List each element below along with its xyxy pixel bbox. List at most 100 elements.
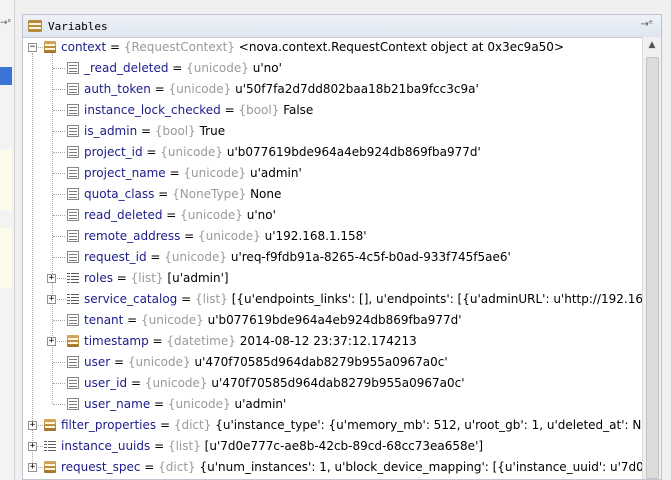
- variable-row-instance-lock-checked[interactable]: instance_lock_checked = {bool} False: [23, 100, 643, 121]
- primitive-value-icon: [67, 314, 79, 326]
- primitive-value-icon: [67, 104, 79, 116]
- variable-name: request_spec: [61, 460, 141, 474]
- variable-value: None: [250, 187, 282, 201]
- scroll-up-arrow-icon[interactable]: ▲: [643, 37, 661, 54]
- variable-row-tenant[interactable]: tenant = {unicode} u'b077619bde964a4eb92…: [23, 310, 643, 331]
- variable-row-request-spec[interactable]: + request_spec = {dict} {u'num_instances'…: [23, 457, 643, 478]
- variable-row-timestamp[interactable]: + timestamp = {datetime} 2014-08-12 23:37…: [23, 331, 643, 352]
- primitive-value-icon: [67, 398, 79, 410]
- tree-branch-line: [38, 446, 43, 447]
- tree-branch-line: [57, 299, 66, 300]
- variable-row-quota-class[interactable]: quota_class = {NoneType} None: [23, 184, 643, 205]
- variable-value: u'b077619bde964a4eb924db869fba977d': [207, 313, 462, 327]
- variable-row-service-catalog[interactable]: + service_catalog = {list} [{u'endpoints_…: [23, 289, 643, 310]
- variable-name: remote_address: [84, 229, 181, 243]
- variable-row--read-deleted[interactable]: _read_deleted = {unicode} u'no': [23, 58, 643, 79]
- variable-name: user: [84, 355, 111, 369]
- equals-sign: =: [142, 145, 161, 159]
- tree-branch-line: [53, 383, 65, 384]
- variable-row-project-id[interactable]: project_id = {unicode} u'b077619bde964a4…: [23, 142, 643, 163]
- variable-row-roles[interactable]: + roles = {list} [u'admin']: [23, 268, 643, 289]
- variable-name: _read_deleted: [84, 61, 169, 75]
- variable-type: {unicode}: [180, 208, 243, 222]
- vertical-scrollbar[interactable]: ▲: [642, 37, 661, 479]
- primitive-value-icon: [67, 146, 79, 158]
- variable-value: u'470f70585d964dab8279b955a0967a0c': [194, 355, 448, 369]
- list-icon: [67, 272, 79, 284]
- variable-row-user-name[interactable]: user_name = {unicode} u'admin': [23, 394, 643, 415]
- variable-row-request-id[interactable]: request_id = {unicode} u'req-f9fdb91a-82…: [23, 247, 643, 268]
- tree-branch-line: [38, 47, 43, 48]
- expand-icon[interactable]: +: [28, 421, 37, 430]
- variable-text: request_id = {unicode} u'req-f9fdb91a-82…: [84, 247, 511, 268]
- tree-branch-line: [53, 404, 65, 405]
- primitive-value-icon: [67, 62, 79, 74]
- variables-icon: [28, 20, 42, 32]
- variable-name: is_admin: [84, 124, 138, 138]
- expand-icon[interactable]: +: [28, 463, 37, 472]
- variable-value: [u'7d0e777c-ae8b-42cb-89cd-68cc73ea658e'…: [204, 439, 484, 453]
- variable-value: True: [199, 124, 226, 138]
- left-tool-strip: →ᵉ: [0, 0, 15, 480]
- variable-text: quota_class = {NoneType} None: [84, 184, 281, 205]
- object-icon: [44, 461, 56, 473]
- expand-icon[interactable]: +: [28, 442, 37, 451]
- tree-branch-line: [53, 173, 65, 174]
- variable-text: _read_deleted = {unicode} u'no': [84, 58, 282, 79]
- variable-type: {unicode}: [164, 250, 228, 264]
- hide-panel-icon[interactable]: →ᵉ: [640, 19, 653, 30]
- primitive-value-icon: [67, 356, 79, 368]
- tree-branch-line: [53, 89, 65, 90]
- variable-value: u'50f7fa2d7dd802baa18b21ba9fcc3c9a': [235, 82, 479, 96]
- variable-row-remote-address[interactable]: remote_address = {unicode} u'192.168.1.1…: [23, 226, 643, 247]
- variable-name: user_name: [84, 397, 151, 411]
- left-highlight-area-2: [0, 228, 12, 288]
- tree-branch-line: [53, 236, 65, 237]
- variable-row-is-admin[interactable]: is_admin = {bool} True: [23, 121, 643, 142]
- equals-sign: =: [168, 61, 187, 75]
- tree-branch-line: [53, 215, 65, 216]
- equals-sign: =: [220, 103, 239, 117]
- tree-branch-line: [53, 68, 65, 69]
- variable-value: 2014-08-12 23:37:12.174213: [239, 334, 417, 348]
- variable-type: {unicode}: [183, 166, 247, 180]
- variable-type: {unicode}: [141, 313, 204, 327]
- equals-sign: =: [106, 40, 124, 54]
- variable-row-filter-properties[interactable]: + filter_properties = {dict} {u'instance_…: [23, 415, 643, 436]
- variable-row-user-id[interactable]: user_id = {unicode} u'470f70585d964dab82…: [23, 373, 643, 394]
- variable-value: u'no': [252, 61, 282, 75]
- tree-branch-line: [53, 320, 65, 321]
- variable-text: auth_token = {unicode} u'50f7fa2d7dd802b…: [84, 79, 479, 100]
- panel-header: Variables →ᵉ: [23, 15, 661, 38]
- left-pin-icon[interactable]: →ᵉ: [0, 18, 11, 28]
- object-icon: [67, 335, 79, 347]
- variable-text: project_id = {unicode} u'b077619bde964a4…: [84, 142, 481, 163]
- variable-value: <nova.context.RequestContext object at 0…: [238, 40, 564, 54]
- equals-sign: =: [150, 82, 169, 96]
- collapse-icon[interactable]: −: [28, 43, 37, 52]
- variable-type: {list}: [130, 271, 164, 285]
- variable-text: instance_lock_checked = {bool} False: [84, 100, 313, 121]
- equals-sign: =: [112, 271, 131, 285]
- variable-row-auth-token[interactable]: auth_token = {unicode} u'50f7fa2d7dd802b…: [23, 79, 643, 100]
- equals-sign: =: [156, 418, 174, 432]
- equals-sign: =: [165, 166, 184, 180]
- expand-icon[interactable]: +: [47, 337, 56, 346]
- variable-name: instance_lock_checked: [84, 103, 221, 117]
- expand-icon[interactable]: +: [47, 295, 56, 304]
- variable-row-instance-uuids[interactable]: + instance_uuids = {list} [u'7d0e777c-ae8…: [23, 436, 643, 457]
- variable-text: user_name = {unicode} u'admin': [84, 394, 286, 415]
- variable-name: quota_class: [84, 187, 155, 201]
- equals-sign: =: [150, 439, 168, 453]
- variable-row-project-name[interactable]: project_name = {unicode} u'admin': [23, 163, 643, 184]
- primitive-value-icon: [67, 251, 79, 263]
- scrollbar-thumb[interactable]: [646, 57, 659, 479]
- variable-value: u'192.168.1.158': [264, 229, 367, 243]
- variable-text: instance_uuids = {list} [u'7d0e777c-ae8b…: [61, 436, 483, 457]
- variable-row-user[interactable]: user = {unicode} u'470f70585d964dab8279b…: [23, 352, 643, 373]
- variable-text: user_id = {unicode} u'470f70585d964dab82…: [84, 373, 465, 394]
- expand-icon[interactable]: +: [47, 274, 56, 283]
- variable-row-read-deleted[interactable]: read_deleted = {unicode} u'no': [23, 205, 643, 226]
- variable-name: instance_uuids: [61, 439, 151, 453]
- variable-row-context[interactable]: − context = {RequestContext} <nova.contex…: [23, 37, 643, 58]
